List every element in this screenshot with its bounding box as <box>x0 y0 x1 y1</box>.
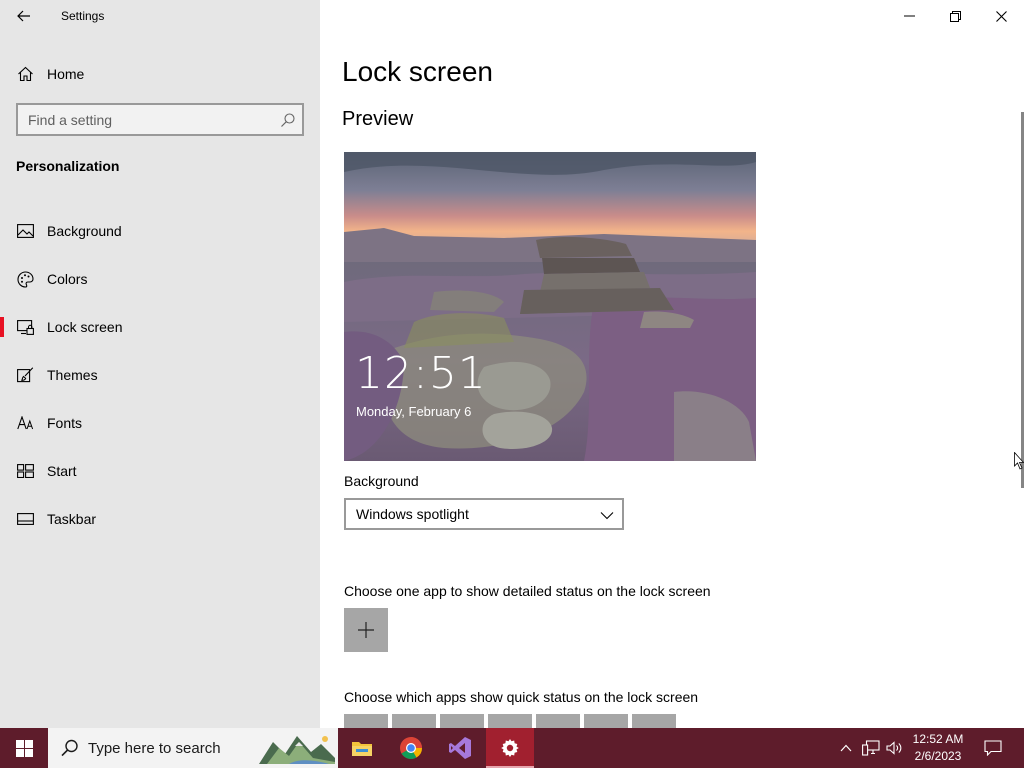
action-center-button[interactable] <box>978 728 1008 768</box>
palette-icon <box>16 270 34 288</box>
quick-status-tile[interactable] <box>584 714 628 728</box>
network-icon <box>862 740 880 756</box>
taskbar-search-placeholder: Type here to search <box>88 739 221 757</box>
file-explorer-icon <box>352 742 372 756</box>
background-dropdown-value: Windows spotlight <box>356 506 469 522</box>
picture-icon <box>16 222 34 240</box>
sidebar-item-label: Start <box>47 463 77 479</box>
restore-icon <box>949 10 961 22</box>
sidebar-item-colors[interactable]: Colors <box>0 255 320 303</box>
background-label: Background <box>344 473 419 489</box>
home-label: Home <box>47 66 85 82</box>
back-arrow-icon <box>17 10 30 22</box>
start-icon <box>16 462 34 480</box>
lock-screen-icon <box>16 318 34 336</box>
sidebar-item-themes[interactable]: Themes <box>0 351 320 399</box>
sidebar-item-background[interactable]: Background <box>0 207 320 255</box>
taskbar-clock[interactable]: 12:52 AM 2/6/2023 <box>906 731 970 765</box>
sidebar-item-label: Taskbar <box>47 511 97 527</box>
page-title: Lock screen <box>342 56 493 87</box>
chrome-icon <box>400 737 422 759</box>
quick-status-tile[interactable] <box>488 714 532 728</box>
detailed-status-label: Choose one app to show detailed status o… <box>344 583 711 599</box>
minimize-icon <box>903 15 915 17</box>
quick-status-tile[interactable] <box>344 714 388 728</box>
taskbar-search-box[interactable]: Type here to search <box>48 728 338 768</box>
font-icon <box>16 414 34 432</box>
minimize-button[interactable] <box>886 0 932 32</box>
visual-studio-icon <box>449 737 471 759</box>
search-highlight-illustration-icon[interactable] <box>259 732 335 764</box>
home-nav-item[interactable]: Home <box>0 56 320 92</box>
settings-gear-icon <box>501 739 519 757</box>
preview-heading: Preview <box>342 108 414 130</box>
app-title: Settings <box>61 9 105 23</box>
search-icon <box>61 739 78 757</box>
quick-status-tile[interactable] <box>632 714 676 728</box>
sidebar-item-label: Colors <box>47 271 88 287</box>
sidebar-item-taskbar[interactable]: Taskbar <box>0 495 320 543</box>
add-detailed-status-app-button[interactable] <box>344 608 388 652</box>
section-title: Personalization <box>16 158 120 174</box>
content-pane: Lock screen Preview 12:51 Monday, Februa… <box>320 0 1024 728</box>
chevron-up-icon <box>840 744 852 752</box>
restore-button[interactable] <box>932 0 978 32</box>
sidebar-item-label: Fonts <box>47 415 83 431</box>
brush-icon <box>16 366 34 384</box>
sidebar-item-fonts[interactable]: Fonts <box>0 399 320 447</box>
clock-date: 2/6/2023 <box>914 749 962 763</box>
back-button[interactable] <box>8 2 40 30</box>
taskbar-icon <box>16 510 34 528</box>
title-bar: Settings <box>0 0 320 32</box>
taskbar-visual-studio[interactable] <box>436 728 484 768</box>
sidebar-item-lock-screen[interactable]: Lock screen <box>0 303 320 351</box>
show-hidden-icons-button[interactable] <box>836 728 856 768</box>
close-button[interactable] <box>978 0 1024 32</box>
background-dropdown[interactable]: Windows spotlight <box>344 498 624 530</box>
notification-icon <box>984 740 1002 756</box>
clock-time: 12:52 AM <box>912 732 964 746</box>
navigation-pane: Settings Home Personalization Background… <box>0 0 320 728</box>
quick-status-label: Choose which apps show quick status on t… <box>344 689 699 705</box>
taskbar-file-explorer[interactable] <box>338 728 386 768</box>
chevron-down-icon <box>600 512 614 520</box>
quick-status-tiles <box>344 714 676 728</box>
close-icon <box>995 10 1007 22</box>
quick-status-tile[interactable] <box>536 714 580 728</box>
taskbar: Type here to search 12:52 AM 2/6/2023 <box>0 728 1024 768</box>
sidebar-item-start[interactable]: Start <box>0 447 320 495</box>
plus-icon <box>358 622 374 638</box>
sidebar-item-label: Background <box>47 223 122 239</box>
mouse-cursor-icon <box>1014 452 1024 470</box>
volume-button[interactable] <box>883 728 905 768</box>
personalization-nav-list: Background Colors Lock screen Themes Fon… <box>0 207 320 543</box>
taskbar-chrome[interactable] <box>387 728 435 768</box>
preview-time: 12:51 <box>355 348 487 399</box>
quick-status-tile[interactable] <box>392 714 436 728</box>
taskbar-settings[interactable] <box>486 728 534 768</box>
find-setting-input[interactable] <box>18 105 268 134</box>
home-icon <box>16 65 34 83</box>
find-setting-search[interactable] <box>16 103 304 136</box>
windows-logo-icon <box>15 739 33 757</box>
start-button[interactable] <box>0 728 48 768</box>
preview-date: Monday, February 6 <box>356 404 472 419</box>
lock-screen-preview: 12:51 Monday, February 6 <box>344 152 756 461</box>
volume-icon <box>885 741 901 755</box>
search-icon[interactable] <box>280 112 296 128</box>
network-button[interactable] <box>860 728 882 768</box>
window-controls <box>886 0 1024 32</box>
sidebar-item-label: Themes <box>47 367 98 383</box>
quick-status-tile[interactable] <box>440 714 484 728</box>
sidebar-item-label: Lock screen <box>47 319 123 335</box>
